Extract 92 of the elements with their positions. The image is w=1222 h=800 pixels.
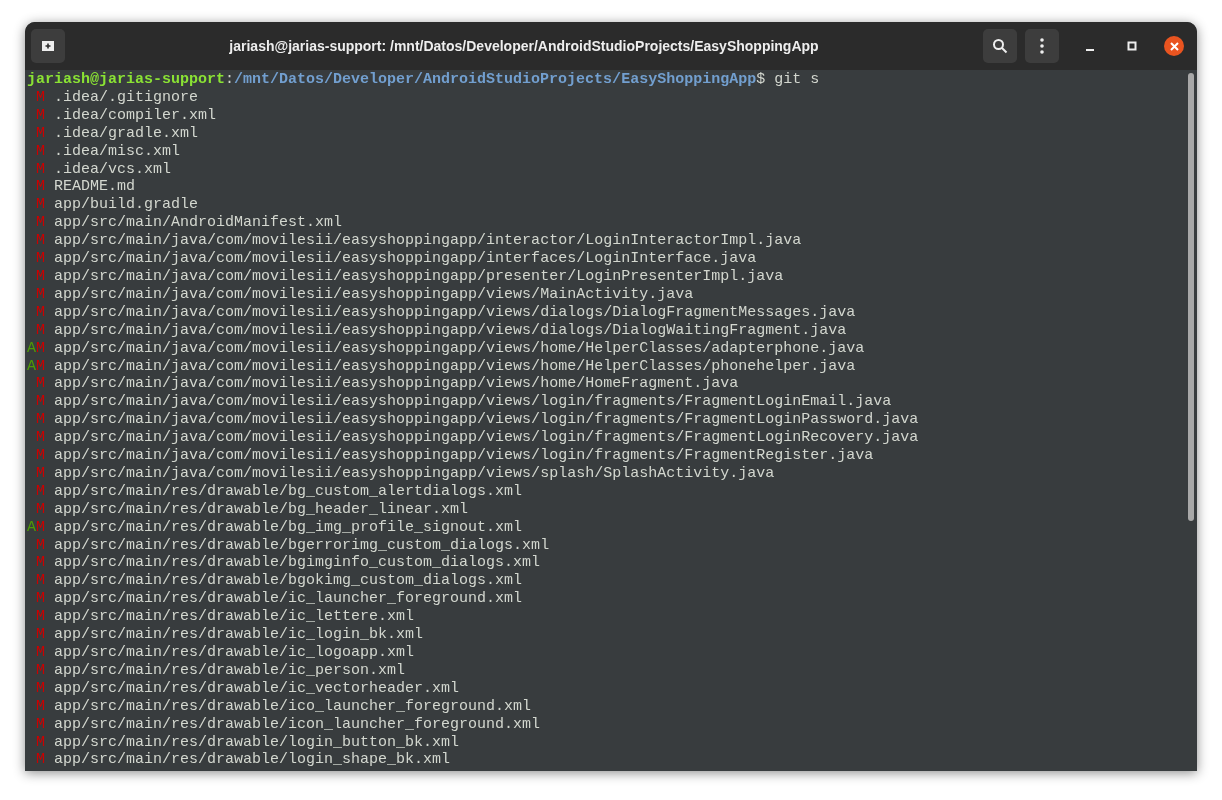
status-code: M bbox=[35, 482, 46, 501]
new-tab-icon bbox=[40, 39, 56, 53]
file-path: README.md bbox=[54, 178, 136, 197]
search-icon bbox=[992, 38, 1008, 54]
close-button[interactable] bbox=[1164, 36, 1184, 56]
new-tab-button[interactable] bbox=[31, 29, 65, 63]
status-code: M bbox=[35, 697, 46, 716]
file-path: app/src/main/res/drawable/ic_lettere.xml bbox=[54, 608, 415, 627]
status-code: M bbox=[35, 411, 46, 430]
status-code: AM bbox=[27, 357, 46, 376]
file-path: app/src/main/java/com/movilesii/easyshoppingapp/interfaces/LoginInterface.java bbox=[54, 250, 757, 268]
file-path: .idea/gradle.xml bbox=[54, 124, 199, 143]
status-code: M bbox=[35, 464, 46, 483]
window-title: jariash@jarias-support: /mnt/Datos/Developer/AndroidStudioProjects/EasyShoppingApp bbox=[229, 37, 819, 54]
close-icon bbox=[1169, 41, 1179, 51]
file-path: app/src/main/res/drawable/login_button_bk.xml bbox=[54, 733, 460, 752]
file-path: .idea/misc.xml bbox=[54, 142, 181, 161]
status-code: AM bbox=[27, 518, 46, 537]
file-path: app/src/main/res/drawable/ic_launcher_foreground.xml bbox=[54, 590, 523, 609]
status-code: M bbox=[35, 375, 46, 394]
file-path: app/src/main/java/com/movilesii/easyshoppingapp/views/home/HomeFragment.java bbox=[54, 375, 739, 394]
status-code: M bbox=[35, 142, 46, 161]
status-code: M bbox=[35, 250, 46, 268]
status-code: M bbox=[35, 124, 46, 143]
status-code: M bbox=[35, 285, 46, 304]
menu-button[interactable] bbox=[1025, 29, 1059, 63]
status-code: M bbox=[35, 626, 46, 644]
file-path: app/src/main/res/drawable/bg_img_profile_signout.xml bbox=[54, 518, 523, 537]
status-code: M bbox=[35, 536, 46, 555]
status-code: M bbox=[35, 214, 46, 233]
file-path: app/src/main/java/com/movilesii/easyshoppingapp/views/login/fragments/FragmentLoginRecovery.java bbox=[54, 429, 919, 448]
file-path: .idea/compiler.xml bbox=[54, 106, 217, 125]
status-code: M bbox=[35, 178, 46, 197]
minimize-icon bbox=[1086, 48, 1094, 51]
command-text: $ git s bbox=[756, 71, 820, 89]
file-path: app/src/main/java/com/movilesii/easyshoppingapp/views/login/fragments/FragmentRegister.java bbox=[54, 447, 874, 465]
status-code: M bbox=[35, 751, 46, 770]
file-path: app/src/main/res/drawable/bgokimg_custom_dialogs.xml bbox=[54, 572, 523, 591]
file-path: app/src/main/res/drawable/bgerrorimg_custom_dialogs.xml bbox=[54, 536, 550, 555]
status-code: M bbox=[35, 590, 46, 609]
file-path: .idea/vcs.xml bbox=[54, 160, 172, 179]
file-path: app/src/main/res/drawable/ic_logoapp.xml bbox=[54, 644, 415, 662]
status-code: M bbox=[35, 393, 46, 412]
prompt-user-host: jariash@jarias-support bbox=[27, 71, 226, 89]
status-code: M bbox=[35, 679, 46, 698]
search-button[interactable] bbox=[983, 29, 1017, 63]
file-path: app/src/main/java/com/movilesii/easyshoppingapp/views/dialogs/DialogFragmentMessages.java bbox=[54, 303, 856, 322]
file-path: app/src/main/res/drawable/bgimginfo_custom_dialogs.xml bbox=[54, 554, 541, 573]
file-path: app/src/main/res/drawable/ic_person.xml bbox=[54, 661, 406, 680]
file-path: app/src/main/res/drawable/ico_launcher_foreground.xml bbox=[54, 697, 532, 716]
file-path: app/src/main/res/drawable/icon_launcher_foreground.xml bbox=[54, 715, 541, 734]
prompt-separator: : bbox=[225, 71, 235, 89]
file-path: .idea/.gitignore bbox=[54, 88, 199, 107]
status-code: M bbox=[35, 572, 46, 591]
file-path: app/src/main/res/drawable/bg_header_linear.xml bbox=[54, 500, 469, 519]
status-code: M bbox=[35, 160, 46, 179]
status-code: M bbox=[35, 88, 46, 107]
file-path: app/src/main/res/drawable/ic_login_bk.xml bbox=[54, 626, 424, 644]
file-path: app/src/main/res/drawable/bg_custom_alertdialogs.xml bbox=[54, 482, 523, 501]
file-path: app/src/main/java/com/movilesii/easyshoppingapp/views/home/HelperClasses/adapterphone.java bbox=[54, 339, 865, 358]
file-path: app/src/main/AndroidManifest.xml bbox=[54, 214, 343, 233]
status-code: M bbox=[35, 106, 46, 125]
file-path: app/src/main/java/com/movilesii/easyshoppingapp/views/splash/SplashActivity.java bbox=[54, 464, 775, 483]
menu-icon bbox=[1040, 38, 1044, 54]
maximize-icon bbox=[1127, 41, 1137, 51]
file-path: app/src/main/java/com/movilesii/easyshoppingapp/views/home/HelperClasses/phonehelper.java bbox=[54, 357, 856, 376]
file-path: app/src/main/res/drawable/login_shape_bk.xml bbox=[54, 751, 451, 770]
status-code: M bbox=[35, 500, 46, 519]
file-path: app/src/main/java/com/movilesii/easyshoppingapp/views/dialogs/DialogWaitingFragment.java bbox=[54, 321, 847, 340]
file-path: app/src/main/java/com/movilesii/easyshoppingapp/views/login/fragments/FragmentLoginEmail.java bbox=[54, 393, 892, 412]
status-code: M bbox=[35, 429, 46, 448]
status-code: M bbox=[35, 267, 46, 286]
file-path: app/src/main/java/com/movilesii/easyshoppingapp/views/login/fragments/FragmentLoginPassword.java bbox=[54, 411, 919, 430]
file-path: app/src/main/java/com/movilesii/easyshoppingapp/views/MainActivity.java bbox=[54, 285, 694, 304]
prompt-path: /mnt/Datos/Developer/AndroidStudioProjects/EasyShoppingApp bbox=[234, 71, 757, 89]
file-path: app/src/main/java/com/movilesii/easyshoppingapp/interactor/LoginInteractorImpl.java bbox=[54, 232, 802, 251]
status-code: M bbox=[35, 554, 46, 573]
status-code: M bbox=[35, 733, 46, 752]
status-code: M bbox=[35, 303, 46, 322]
status-code: M bbox=[35, 321, 46, 340]
status-code: AM bbox=[27, 339, 46, 358]
status-code: M bbox=[35, 196, 46, 215]
status-code: M bbox=[35, 447, 46, 465]
file-path: app/src/main/res/drawable/ic_vectorheader.xml bbox=[54, 679, 460, 698]
status-code: M bbox=[35, 715, 46, 734]
scrollbar-thumb[interactable] bbox=[1188, 73, 1194, 521]
status-code: M bbox=[35, 608, 46, 627]
file-path: app/src/main/java/com/movilesii/easyshoppingapp/presenter/LoginPresenterImpl.java bbox=[54, 267, 784, 286]
status-code: M bbox=[35, 644, 46, 662]
status-code: M bbox=[35, 232, 46, 251]
status-code: M bbox=[35, 661, 46, 680]
file-path: app/build.gradle bbox=[54, 196, 199, 215]
